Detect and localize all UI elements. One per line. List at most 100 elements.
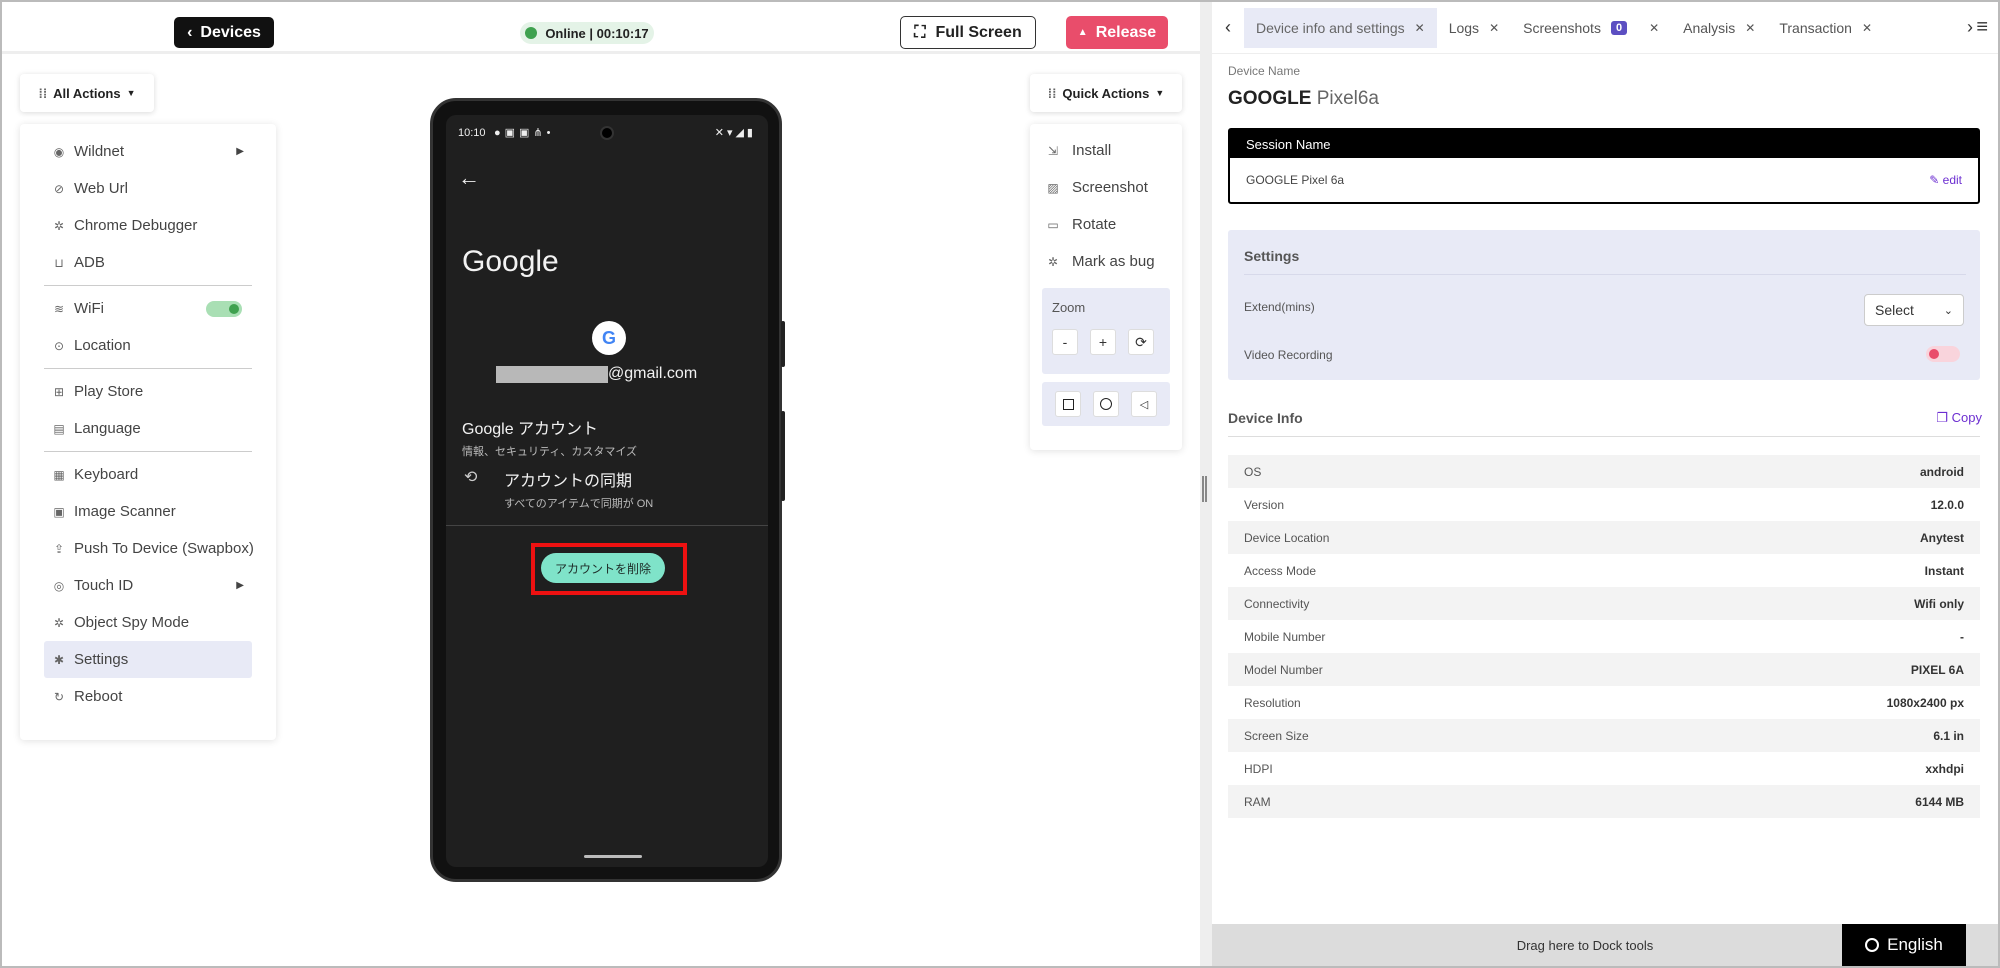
release-button[interactable]: ▲ Release [1066, 16, 1168, 49]
tab-label: Screenshots [1523, 19, 1601, 36]
pane-splitter[interactable] [1200, 2, 1212, 966]
menu-item-label: Object Spy Mode [74, 614, 190, 631]
home-indicator[interactable] [584, 855, 642, 858]
phone-page-title: Google [462, 245, 559, 278]
wifi-toggle[interactable] [206, 301, 242, 317]
menu-item-label: Location [74, 337, 131, 354]
quick-item-label: Screenshot [1072, 179, 1148, 196]
settings-title: Settings [1244, 248, 1300, 264]
close-icon[interactable]: ✕ [1415, 21, 1425, 35]
video-recording-toggle[interactable] [1926, 346, 1960, 362]
online-status-badge: Online | 00:10:17 [520, 22, 654, 44]
edit-icon: ✎ [1929, 173, 1940, 187]
close-icon[interactable]: ✕ [1745, 21, 1755, 35]
menu-item-wifi[interactable]: ≋ WiFi [20, 290, 276, 327]
google-account-item[interactable]: Google アカウント 情報、セキュリティ、カスタマイズ [462, 415, 637, 459]
close-icon[interactable]: ✕ [1862, 21, 1872, 35]
scanner-icon: ▣ [53, 504, 65, 519]
online-status-text: Online | 00:10:17 [545, 25, 649, 41]
menu-item-language[interactable]: ▤ Language [20, 410, 276, 447]
tab-screenshots[interactable]: Screenshots 0 ✕ [1511, 8, 1671, 48]
menu-item-settings[interactable]: ✱ Settings [44, 641, 252, 678]
quick-mark-bug[interactable]: ✲ Mark as bug [1030, 243, 1182, 280]
recents-button[interactable] [1055, 391, 1081, 417]
zoom-reset-button[interactable]: ⟳ [1128, 329, 1154, 355]
back-button[interactable]: ◁ [1131, 391, 1157, 417]
menu-item-location[interactable]: ⊙ Location [20, 327, 276, 364]
info-value: 6.1 in [1933, 728, 1964, 743]
table-row: Resolution 1080x2400 px [1228, 686, 1980, 719]
tab-label: Logs [1448, 19, 1480, 36]
info-value: 12.0.0 [1930, 497, 1964, 512]
edit-session-link[interactable]: ✎ edit [1929, 173, 1962, 187]
notification-icons: ●▣▣⋔• [494, 127, 555, 139]
menu-item-object-spy[interactable]: ✲ Object Spy Mode [20, 604, 276, 641]
refresh-icon: ⟳ [1135, 333, 1147, 350]
table-row: OS android [1228, 455, 1980, 488]
menu-item-play-store[interactable]: ⊞ Play Store [20, 373, 276, 410]
splitter-grip-icon[interactable] [1202, 476, 1207, 502]
quick-rotate[interactable]: ▭ Rotate [1030, 206, 1182, 243]
chevron-left-icon: ‹ [187, 23, 193, 41]
info-value: Anytest [1919, 530, 1964, 545]
menu-icon[interactable]: ≡ [1976, 16, 1988, 39]
submenu-arrow-icon: ▶ [236, 580, 244, 591]
location-icon: ⊙ [53, 338, 65, 353]
menu-item-label: Web Url [74, 180, 128, 197]
info-key: Model Number [1244, 662, 1323, 677]
volume-key [781, 321, 785, 367]
table-row: RAM 6144 MB [1228, 785, 1980, 818]
info-key: Version [1244, 497, 1285, 512]
close-icon[interactable]: ✕ [1649, 21, 1659, 35]
tab-logs[interactable]: Logs ✕ [1437, 8, 1511, 48]
tab-scroll-left-icon[interactable]: ‹ [1212, 17, 1244, 38]
info-key: Access Mode [1244, 563, 1317, 578]
all-actions-dropdown[interactable]: ⁞⁞ All Actions ▼ [20, 74, 154, 112]
fullscreen-button[interactable]: ⛶ Full Screen [900, 16, 1036, 49]
menu-item-wildnet[interactable]: ◉ Wildnet ▶ [20, 133, 276, 170]
settings-divider [1244, 274, 1966, 275]
quick-actions-dropdown[interactable]: ⁞⁞ Quick Actions ▼ [1030, 74, 1182, 112]
caret-down-icon: ▼ [126, 88, 136, 98]
account-email: @gmail.com [496, 365, 697, 383]
tab-label: Transaction [1779, 19, 1852, 36]
device-screen[interactable]: 10:10 ●▣▣⋔• ✕▾◢▮ ← Google G @gmail.com G… [446, 115, 768, 867]
chevron-down-icon: ⌄ [1943, 304, 1953, 317]
menu-item-label: Reboot [74, 688, 123, 705]
devices-button[interactable]: ‹ Devices [174, 17, 274, 48]
menu-item-label: Keyboard [74, 466, 139, 483]
tab-transaction[interactable]: Transaction ✕ [1767, 8, 1884, 48]
copy-button[interactable]: ❐ Copy [1936, 410, 1982, 426]
quick-item-label: Rotate [1072, 216, 1117, 233]
zoom-in-button[interactable]: + [1090, 329, 1116, 355]
account-sync-item[interactable]: アカウントの同期 すべてのアイテムで同期が ON [504, 467, 653, 511]
remove-account-button[interactable]: アカウントを削除 [541, 553, 665, 583]
menu-item-reboot[interactable]: ↻ Reboot [20, 678, 276, 715]
info-key: Device Location [1244, 530, 1330, 545]
phone-back-arrow-icon[interactable]: ← [458, 165, 480, 191]
tab-analysis[interactable]: Analysis ✕ [1671, 8, 1767, 48]
home-button[interactable] [1093, 391, 1119, 417]
menu-item-adb[interactable]: ⊔ ADB [20, 244, 276, 281]
quick-install[interactable]: ⇲ Install [1030, 132, 1182, 169]
fingerprint-icon: ◉ [53, 144, 65, 159]
extend-select[interactable]: Select ⌄ [1864, 294, 1964, 326]
menu-item-touch-id[interactable]: ◎ Touch ID ▶ [20, 567, 276, 604]
close-icon[interactable]: ✕ [1489, 21, 1499, 35]
link-icon: ⊘ [53, 181, 65, 196]
menu-item-keyboard[interactable]: ▦ Keyboard [20, 456, 276, 493]
quick-screenshot[interactable]: ▨ Screenshot [1030, 169, 1182, 206]
zoom-out-button[interactable]: - [1052, 329, 1078, 355]
menu-item-image-scanner[interactable]: ▣ Image Scanner [20, 493, 276, 530]
online-dot-icon [525, 27, 538, 39]
menu-item-web-url[interactable]: ⊘ Web Url [20, 170, 276, 207]
table-row: Access Mode Instant [1228, 554, 1980, 587]
quick-item-label: Mark as bug [1072, 253, 1155, 270]
menu-item-chrome-debugger[interactable]: ✲ Chrome Debugger [20, 207, 276, 244]
info-value: - [1960, 629, 1964, 644]
devices-button-label: Devices [200, 23, 261, 41]
language-button[interactable]: English [1842, 924, 1966, 966]
submenu-arrow-icon: ▶ [236, 146, 244, 157]
tab-device-info[interactable]: Device info and settings ✕ [1244, 7, 1437, 48]
menu-item-push-to-device[interactable]: ⇪ Push To Device (Swapbox) [20, 530, 276, 567]
